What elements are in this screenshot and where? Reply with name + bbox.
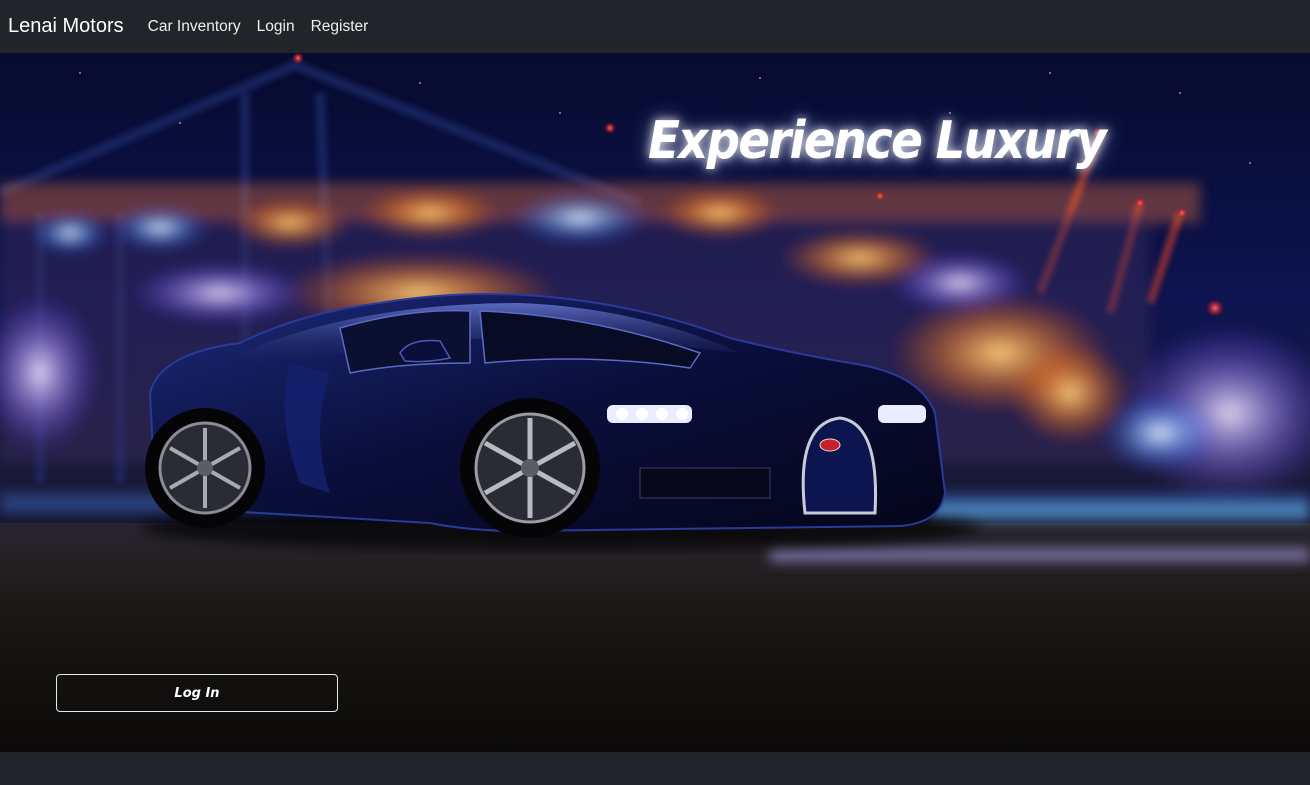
login-button[interactable]: Log In (56, 674, 338, 712)
page-footer (0, 752, 1310, 785)
nav-link-register[interactable]: Register (311, 18, 369, 36)
nav-link-login[interactable]: Login (257, 18, 295, 36)
nav-link-car-inventory[interactable]: Car Inventory (148, 18, 241, 36)
top-navbar: Lenai Motors Car Inventory Login Registe… (0, 0, 1310, 53)
hero-section: Experience Luxury Log In (0, 53, 1310, 752)
hero-title: Experience Luxury (648, 111, 1107, 171)
brand-link[interactable]: Lenai Motors (8, 15, 124, 38)
